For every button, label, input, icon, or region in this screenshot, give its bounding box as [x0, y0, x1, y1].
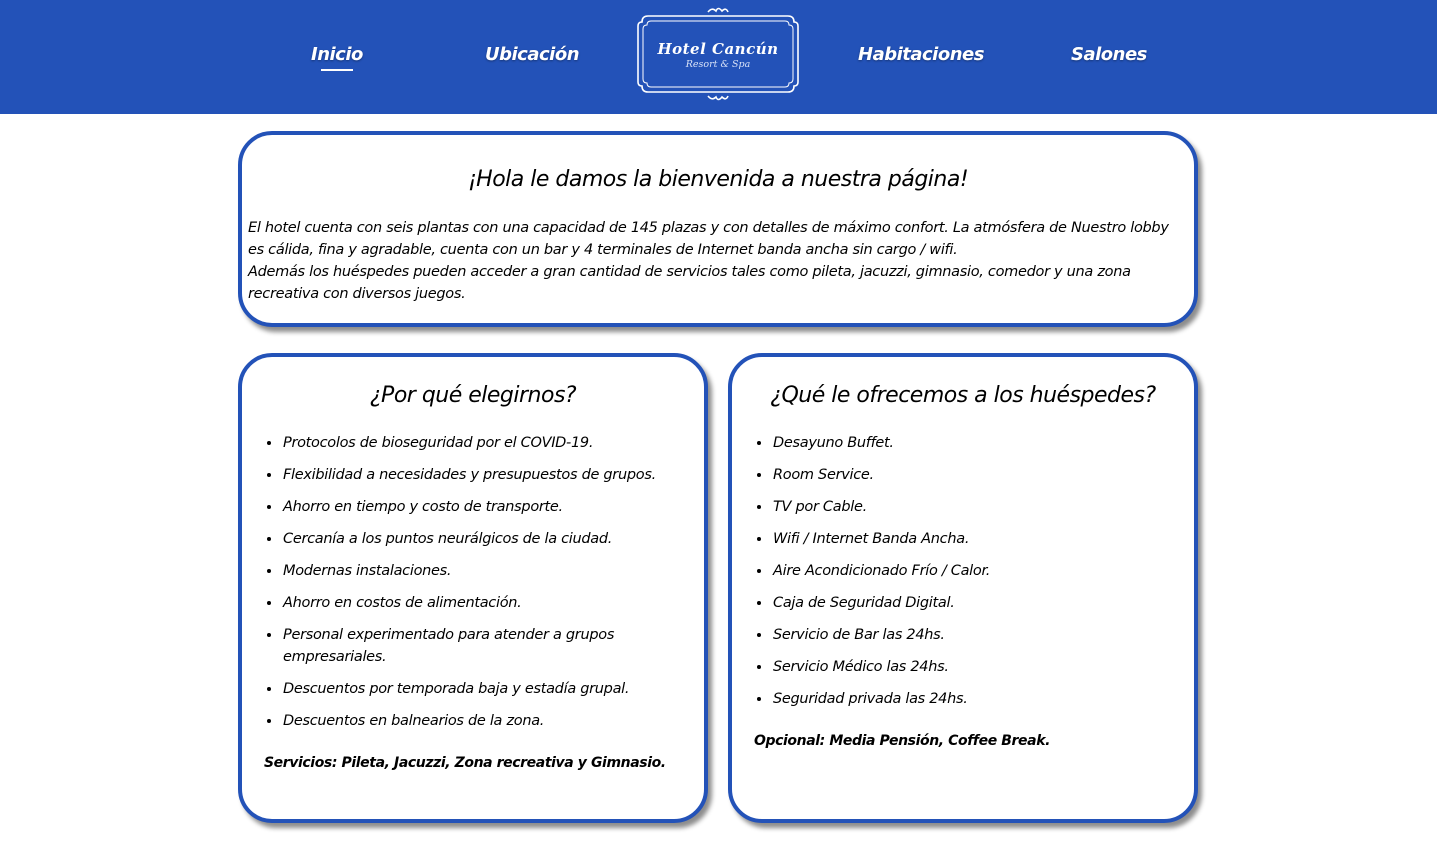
welcome-body: El hotel cuenta con seis plantas con una… [248, 217, 1180, 305]
list-item: Caja de Seguridad Digital. [772, 592, 1168, 614]
list-item: Ahorro en tiempo y costo de transporte. [282, 496, 678, 518]
optional-note: Opcional: Media Pensión, Coffee Break. [754, 733, 1051, 749]
why-choose-us-card: ¿Por qué elegirnos? Protocolos de bioseg… [238, 353, 708, 823]
list-item: TV por Cable. [772, 496, 1168, 518]
guest-offer-title: ¿Qué le ofrecemos a los huéspedes? [770, 383, 1156, 408]
logo-subtitle: Resort & Spa [685, 59, 751, 70]
list-item: Flexibilidad a necesidades y presupuesto… [282, 464, 678, 486]
list-item: Room Service. [772, 464, 1168, 486]
list-item: Cercanía a los puntos neurálgicos de la … [282, 528, 678, 550]
list-item: Descuentos por temporada baja y estadía … [282, 678, 678, 700]
why-choose-us-title: ¿Por qué elegirnos? [369, 383, 577, 408]
services-note: Servicios: Pileta, Jacuzzi, Zona recreat… [264, 755, 666, 771]
hotel-logo[interactable]: Hotel Cancún Resort & Spa [634, 6, 802, 102]
list-item: Descuentos en balnearios de la zona. [282, 710, 678, 732]
list-item: Ahorro en costos de alimentación. [282, 592, 678, 614]
nav-link-inicio[interactable]: Inicio [311, 44, 363, 71]
list-item: Seguridad privada las 24hs. [772, 688, 1168, 710]
logo-title: Hotel Cancún [657, 40, 779, 58]
list-item: Aire Acondicionado Frío / Calor. [772, 560, 1168, 582]
nav-link-ubicacion[interactable]: Ubicación [485, 44, 580, 65]
list-item: Wifi / Internet Banda Ancha. [772, 528, 1168, 550]
welcome-card: ¡Hola le damos la bienvenida a nuestra p… [238, 131, 1198, 327]
list-item: Protocolos de bioseguridad por el COVID-… [282, 432, 678, 454]
list-item: Servicio de Bar las 24hs. [772, 624, 1168, 646]
nav-link-habitaciones[interactable]: Habitaciones [858, 44, 984, 65]
why-choose-us-list: Protocolos de bioseguridad por el COVID-… [282, 432, 678, 742]
welcome-title: ¡Hola le damos la bienvenida a nuestra p… [467, 167, 969, 192]
list-item: Servicio Médico las 24hs. [772, 656, 1168, 678]
list-item: Modernas instalaciones. [282, 560, 678, 582]
list-item: Desayuno Buffet. [772, 432, 1168, 454]
nav-link-salones[interactable]: Salones [1071, 44, 1147, 65]
navbar: Inicio Ubicación Hotel Cancún Resort & S… [0, 0, 1437, 114]
guest-offer-card: ¿Qué le ofrecemos a los huéspedes? Desay… [728, 353, 1198, 823]
welcome-paragraph: Además los huéspedes pueden acceder a gr… [248, 264, 1131, 302]
welcome-paragraph: El hotel cuenta con seis plantas con una… [248, 220, 1169, 258]
list-item: Personal experimentado para atender a gr… [282, 624, 678, 668]
guest-offer-list: Desayuno Buffet. Room Service. TV por Ca… [772, 432, 1168, 720]
